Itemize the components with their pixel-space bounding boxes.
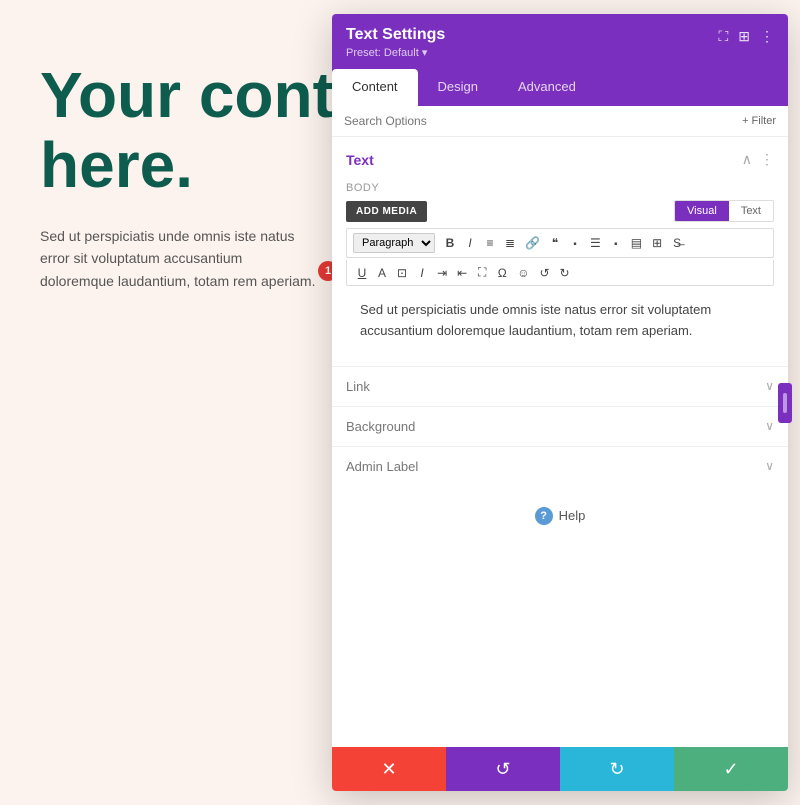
more-icon[interactable]: ⋮ [760,28,774,45]
columns-icon[interactable]: ⊞ [738,28,750,45]
settings-panel: Text Settings Preset: Default ▾ ⛶ ⊞ ⋮ Co… [332,14,788,791]
ul-button[interactable]: ≡ [481,234,499,252]
link-label: Link [346,379,370,394]
align-right-button[interactable]: ⬝ [607,234,625,253]
search-bar: + Filter [332,106,788,137]
bold-button[interactable]: B [441,234,459,252]
paragraph-select[interactable]: Paragraph [353,233,435,253]
section-more-icon[interactable]: ⋮ [760,151,774,168]
panel-header: Text Settings Preset: Default ▾ ⛶ ⊞ ⋮ [332,14,788,69]
ol-button[interactable]: ≣ [501,234,519,252]
tab-advanced[interactable]: Advanced [498,69,596,106]
editor-content[interactable]: Sed ut perspiciatis unde omnis iste natu… [346,294,774,356]
panel-preset[interactable]: Preset: Default ▾ [346,46,445,59]
section-controls: ∧ ⋮ [742,151,774,168]
special-char-button[interactable]: Ω [493,264,511,282]
panel-tabs: Content Design Advanced [332,69,788,106]
fullscreen-editor-button[interactable]: ⛶ [473,263,491,282]
italic-button[interactable]: I [461,234,479,252]
format-toolbar: Paragraph B I ≡ ≣ 🔗 ❝ ⬝ ☰ ⬝ ▤ ⊞ S̶ [346,228,774,258]
strikethrough-button[interactable]: S̶ [668,234,686,252]
add-media-button[interactable]: ADD MEDIA [346,201,427,222]
visual-toggle[interactable]: Visual [675,201,729,221]
quote-button[interactable]: ❝ [546,234,564,252]
filter-button[interactable]: + Filter [742,115,776,127]
italic2-button[interactable]: I [413,264,431,282]
tab-content[interactable]: Content [332,69,418,106]
redo-footer-button[interactable]: ↻ [560,747,674,791]
undo-footer-button[interactable]: ↺ [446,747,560,791]
body-field-group: Body ADD MEDIA Visual Text Paragraph B I… [332,178,788,366]
indent-button[interactable]: ⇥ [433,264,451,282]
panel-header-icons: ⛶ ⊞ ⋮ [718,28,774,45]
help-section: ? Help [332,486,788,545]
side-handle-grip [783,393,787,413]
background-chevron-icon: ∨ [765,419,774,433]
panel-footer: ✕ ↺ ↻ ✓ [332,747,788,791]
visual-text-toggle: Visual Text [674,200,774,222]
text-section-header: Text ∧ ⋮ [332,137,788,178]
link-section[interactable]: Link ∨ [332,366,788,406]
help-label: Help [559,508,586,523]
editor-toolbar-top: ADD MEDIA Visual Text [346,200,774,222]
panel-body: Text ∧ ⋮ Body ADD MEDIA Visual Text Para… [332,137,788,747]
tab-design[interactable]: Design [418,69,498,106]
page-body: Sed ut perspiciatis unde omnis iste natu… [40,225,320,292]
search-input[interactable] [344,114,742,128]
background-label: Background [346,419,415,434]
collapse-icon[interactable]: ∧ [742,151,752,168]
table-button[interactable]: ⊞ [648,234,666,252]
section-title: Text [346,152,374,168]
format-toolbar-2: U A ⊡ I ⇥ ⇤ ⛶ Ω ☺ ↺ ↻ [346,260,774,286]
help-link[interactable]: ? Help [535,507,586,525]
link-button[interactable]: 🔗 [521,234,544,252]
panel-title: Text Settings [346,26,445,44]
align-center-button[interactable]: ☰ [586,234,605,252]
emoji-button[interactable]: ☺ [513,264,533,282]
body-label: Body [346,182,774,194]
paste-button[interactable]: ⊡ [393,264,411,282]
link-chevron-icon: ∨ [765,379,774,393]
admin-label-section[interactable]: Admin Label ∨ [332,446,788,486]
background-section[interactable]: Background ∨ [332,406,788,446]
help-icon: ? [535,507,553,525]
underline-button[interactable]: U [353,264,371,282]
admin-chevron-icon: ∨ [765,459,774,473]
text-color-button[interactable]: A [373,264,391,282]
side-handle[interactable] [778,383,792,423]
text-toggle[interactable]: Text [729,201,773,221]
align-left-button[interactable]: ⬝ [566,234,584,253]
fullscreen-icon[interactable]: ⛶ [718,28,728,45]
save-button[interactable]: ✓ [674,747,788,791]
redo-button[interactable]: ↻ [556,264,574,282]
outdent-button[interactable]: ⇤ [453,264,471,282]
undo-button[interactable]: ↺ [535,264,553,282]
admin-label: Admin Label [346,459,418,474]
align-justify-button[interactable]: ▤ [627,234,646,252]
cancel-button[interactable]: ✕ [332,747,446,791]
